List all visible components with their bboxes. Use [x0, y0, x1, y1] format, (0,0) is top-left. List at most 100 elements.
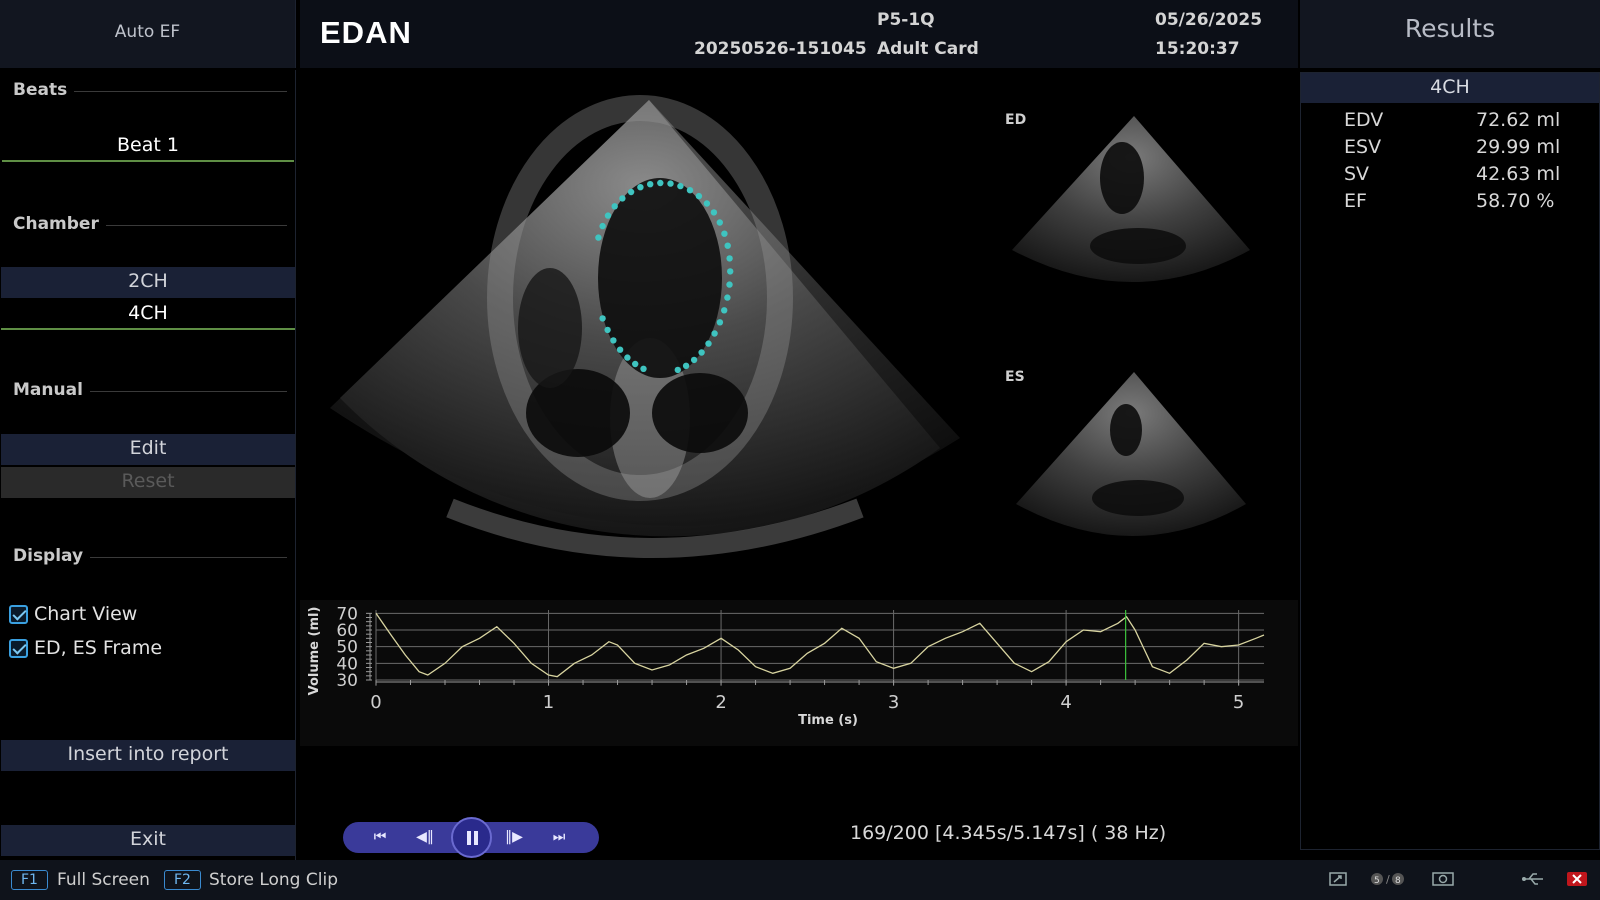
x-axis-label: Time (s) — [798, 713, 858, 728]
exit-button[interactable]: Exit — [1, 825, 295, 856]
results-panel: 4CH EDV 72.62 ml ESV 29.99 ml SV 42.63 m… — [1300, 72, 1600, 850]
edan-logo: EDAN — [320, 15, 412, 50]
result-label: ESV — [1344, 136, 1382, 158]
contour-dot — [716, 219, 723, 226]
es-atria-cavity — [1092, 480, 1184, 516]
volume-chart-panel: 30 40 50 60 70 0 1 2 3 4 5 Time (s) Volume (ml) — [300, 600, 1298, 746]
x-tick-label: 5 — [1233, 692, 1244, 713]
result-label: EDV — [1344, 109, 1384, 131]
y-axis-label: Volume (ml) — [307, 607, 322, 696]
image-header: EDAN 20250526-151045 P5-1Q Adult Card 05… — [300, 0, 1298, 68]
contour-dot — [727, 268, 734, 275]
result-value: 58.70 % — [1476, 190, 1555, 212]
left-control-panel: Beats Beat 1 Chamber 2CH 4CH Manual Edit… — [0, 70, 296, 860]
contour-dot — [677, 182, 684, 190]
status-footer: F1 Full Screen F2 Store Long Clip 5 / 8 — [0, 860, 1600, 900]
result-value: 29.99 ml — [1476, 136, 1561, 158]
ed-frame-label: ED — [1005, 112, 1027, 128]
contour-dot — [721, 307, 728, 314]
contour-dot — [695, 192, 703, 200]
ed-atria-cavity — [1090, 228, 1186, 264]
chart-view-checkbox[interactable] — [9, 604, 28, 624]
contour-dot — [667, 180, 674, 187]
contour-dot — [721, 230, 728, 237]
contour-dot — [726, 281, 733, 288]
contour-dot — [627, 188, 635, 196]
chamber-4ch-button[interactable]: 4CH — [1, 299, 295, 330]
result-label: SV — [1344, 163, 1370, 185]
result-value: 72.62 ml — [1476, 109, 1561, 131]
chamber-heading: Chamber — [13, 214, 99, 234]
last-frame-icon[interactable]: ⏭ — [544, 822, 574, 853]
close-icon[interactable] — [1566, 871, 1588, 887]
ultrasound-image — [330, 95, 1250, 558]
reset-button[interactable]: Reset — [1, 467, 295, 498]
contour-dot — [724, 242, 731, 249]
auto-ef-title-bar: Auto EF — [0, 0, 296, 68]
result-label: EF — [1344, 190, 1367, 212]
previous-frame-icon[interactable]: ◀‖ — [410, 822, 440, 853]
f1-key[interactable]: F1 — [11, 870, 48, 890]
exam-id: 20250526-151045 — [694, 39, 867, 59]
contour-dot — [711, 330, 718, 337]
frame-info-readout: 169/200 [4.345s/5.147s] ( 38 Hz) — [850, 822, 1167, 844]
svg-text:/: / — [1386, 873, 1390, 886]
contour-dot — [682, 362, 690, 369]
chamber-divider — [106, 225, 287, 226]
next-frame-icon[interactable]: ‖▶ — [499, 822, 529, 853]
contour-dot — [632, 360, 639, 368]
storage-icon: 5 / 8 — [1371, 873, 1404, 886]
ultrasound-viewer: ED ES — [300, 68, 1298, 600]
contour-dot — [724, 294, 731, 301]
camera-icon[interactable] — [1432, 871, 1454, 887]
results-view-header: 4CH — [1301, 73, 1599, 103]
playback-controls: ⏮ ◀‖ ‖▶ ⏭ — [343, 817, 599, 858]
x-tick-label: 2 — [715, 692, 726, 713]
contour-dot — [703, 200, 711, 207]
exam-time: 15:20:37 — [1155, 39, 1240, 59]
exam-date: 05/26/2025 — [1155, 10, 1263, 30]
contour-dot — [674, 366, 681, 374]
full-screen-label[interactable]: Full Screen — [57, 870, 150, 890]
insert-into-report-button[interactable]: Insert into report — [1, 740, 295, 771]
x-tick-label: 0 — [370, 692, 381, 713]
chart-view-label: Chart View — [34, 603, 138, 625]
svg-text:5: 5 — [1374, 876, 1380, 886]
x-tick-label: 3 — [888, 692, 899, 713]
contour-dot — [604, 326, 611, 334]
contour-dot — [716, 319, 724, 326]
contour-dot — [686, 187, 694, 194]
left-atrium-cavity — [652, 373, 748, 453]
f2-key[interactable]: F2 — [164, 870, 201, 890]
ed-es-frame-option[interactable]: ED, ES Frame — [9, 637, 162, 659]
contour-dot — [637, 184, 644, 191]
edit-button[interactable]: Edit — [1, 434, 295, 465]
export-icon[interactable] — [1329, 871, 1347, 887]
x-tick-label: 4 — [1060, 692, 1071, 713]
ed-es-frame-checkbox[interactable] — [9, 638, 28, 658]
contour-dot — [640, 365, 647, 372]
chart-view-option[interactable]: Chart View — [9, 603, 137, 625]
contour-dot — [604, 212, 612, 219]
chamber-2ch-button[interactable]: 2CH — [1, 267, 295, 298]
store-long-clip-label[interactable]: Store Long Clip — [209, 870, 338, 890]
contour-dot — [599, 222, 606, 230]
contour-dot — [624, 354, 631, 361]
contour-dot — [610, 337, 617, 344]
ed-lv-cavity — [1100, 142, 1144, 214]
contour-dot — [599, 315, 606, 322]
exam-preset: Adult Card — [877, 39, 979, 59]
manual-heading: Manual — [13, 380, 83, 400]
contour-dot — [698, 349, 705, 356]
result-value: 42.63 ml — [1476, 163, 1561, 185]
beat-1-item[interactable]: Beat 1 — [2, 130, 294, 162]
display-heading: Display — [13, 546, 84, 566]
contour-dot — [690, 356, 698, 364]
pause-button[interactable] — [451, 817, 492, 858]
volume-chart: 30405060700 1 2 3 4 5Time (s)Volume (ml) — [307, 604, 1265, 728]
results-title: Results — [1404, 14, 1496, 43]
display-divider — [90, 557, 287, 558]
first-frame-icon[interactable]: ⏮ — [365, 822, 395, 853]
contour-dot — [705, 340, 712, 347]
y-tick-label: 70 — [336, 604, 358, 624]
